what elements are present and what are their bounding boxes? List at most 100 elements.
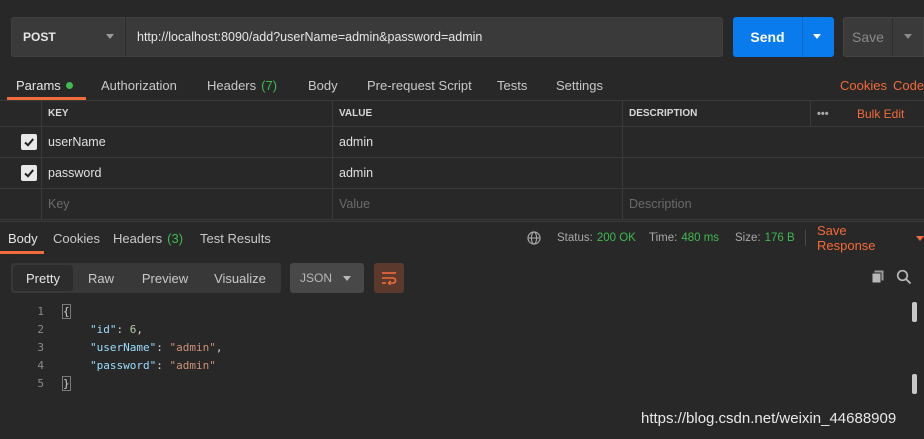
json-key: "password" <box>90 358 157 372</box>
tab-headers[interactable]: Headers (7) <box>207 70 277 100</box>
more-options-icon[interactable]: ••• <box>810 101 850 126</box>
chevron-down-icon <box>106 34 114 39</box>
request-bar: POST http://localhost:8090/add?userName=… <box>0 0 924 70</box>
table-row-new: Key Value Description <box>0 189 924 220</box>
table-row: userName admin <box>0 127 924 158</box>
params-active-dot <box>65 81 73 89</box>
globe-icon[interactable] <box>527 222 541 254</box>
editor-scrollbar-top[interactable] <box>912 302 917 322</box>
param-value-cell[interactable]: admin <box>332 127 622 157</box>
tab-params[interactable]: Params <box>16 70 73 100</box>
cookies-link[interactable]: Cookies <box>840 70 887 100</box>
checkbox-username[interactable] <box>21 134 37 150</box>
line-number: 5 <box>37 376 44 390</box>
tab-body[interactable]: Body <box>308 70 338 100</box>
new-value-input[interactable]: Value <box>332 189 622 219</box>
bulk-edit-link[interactable]: Bulk Edit <box>851 101 924 126</box>
response-tab-cookies[interactable]: Cookies <box>53 222 100 254</box>
code-line: 3 "userName": "admin", <box>0 338 900 356</box>
line-number: 3 <box>37 340 44 354</box>
json-comma: , <box>136 322 143 336</box>
url-input[interactable]: http://localhost:8090/add?userName=admin… <box>125 17 723 57</box>
format-select[interactable]: JSON <box>290 263 364 293</box>
size-value: 176 B <box>764 232 795 244</box>
format-label: JSON <box>300 271 333 285</box>
mode-pretty[interactable]: Pretty <box>13 265 73 291</box>
save-response-button[interactable]: Save Response <box>817 222 924 254</box>
tab-params-label: Params <box>16 77 61 93</box>
tab-settings[interactable]: Settings <box>556 70 603 100</box>
checkmark-icon <box>24 169 34 178</box>
param-key-cell[interactable]: userName <box>41 127 332 157</box>
mode-raw[interactable]: Raw <box>77 263 125 293</box>
code-text: "id": 6, <box>90 322 143 336</box>
wrap-lines-button[interactable] <box>374 263 404 293</box>
new-key-input[interactable]: Key <box>41 189 332 219</box>
save-options-chevron-icon[interactable] <box>904 34 912 39</box>
tab-prerequest-script[interactable]: Pre-request Script <box>367 70 472 100</box>
checkbox-password[interactable] <box>21 165 37 181</box>
send-divider <box>802 17 803 57</box>
code-line: 1 { <box>0 302 900 320</box>
param-value-cell[interactable]: admin <box>332 158 622 188</box>
param-description-cell[interactable] <box>622 127 924 157</box>
param-description-cell[interactable] <box>622 158 924 188</box>
save-divider <box>892 18 893 56</box>
column-key: KEY <box>41 101 332 126</box>
search-icon[interactable] <box>896 269 914 287</box>
response-tab-indicator <box>0 251 44 254</box>
response-tab-test-results[interactable]: Test Results <box>200 222 271 254</box>
params-table: KEY VALUE DESCRIPTION ••• Bulk Edit user… <box>0 100 924 220</box>
status-value: 200 OK <box>596 232 636 244</box>
checkmark-icon <box>24 138 34 147</box>
wrap-lines-icon <box>382 272 397 285</box>
status-label: Status: <box>557 232 593 244</box>
response-toolbar: Pretty Raw Preview Visualize JSON <box>0 263 924 293</box>
editor-scrollbar-bottom[interactable] <box>912 374 917 394</box>
send-options-chevron-icon[interactable] <box>813 34 821 39</box>
tab-tests[interactable]: Tests <box>497 70 527 100</box>
column-value: VALUE <box>332 101 622 126</box>
json-value: "admin" <box>169 340 216 354</box>
new-description-input[interactable]: Description <box>622 189 924 219</box>
line-number: 2 <box>37 322 44 336</box>
send-button[interactable]: Send <box>733 17 834 57</box>
status-readout: Status: 200 OK <box>557 222 636 254</box>
param-key-cell[interactable]: password <box>41 158 332 188</box>
save-label: Save <box>852 29 884 45</box>
response-header: Body Cookies Headers (3) Test Results St… <box>0 221 924 254</box>
request-tabs: Params Authorization Headers (7) Body Pr… <box>0 70 924 100</box>
response-tab-headers-label: Headers <box>113 230 163 246</box>
code-text: "userName": "admin", <box>90 340 223 354</box>
tab-headers-count: (7) <box>261 77 278 93</box>
tab-authorization[interactable]: Authorization <box>101 70 177 100</box>
code-text: } <box>62 375 71 391</box>
time-label: Time: <box>649 232 678 244</box>
json-key: "userName" <box>90 340 157 354</box>
code-line: 2 "id": 6, <box>0 320 900 338</box>
line-number: 1 <box>37 304 44 318</box>
code-line: 5 } <box>0 374 900 392</box>
response-tab-headers-count: (3) <box>167 230 184 246</box>
mode-visualize[interactable]: Visualize <box>207 263 273 293</box>
save-response-label: Save Response <box>817 223 876 253</box>
header-divider <box>805 230 806 246</box>
response-tab-body[interactable]: Body <box>8 222 38 254</box>
response-tab-headers[interactable]: Headers (3) <box>113 222 183 254</box>
chevron-down-icon <box>916 235 924 241</box>
method-select[interactable]: POST <box>11 17 125 57</box>
time-value: 480 ms <box>681 232 720 244</box>
chevron-down-icon <box>343 276 351 281</box>
mode-preview[interactable]: Preview <box>135 263 195 293</box>
time-readout: Time: 480 ms <box>649 222 719 254</box>
method-label: POST <box>23 30 56 44</box>
save-button[interactable]: Save <box>843 17 924 57</box>
size-label: Size: <box>735 232 761 244</box>
copy-icon[interactable] <box>870 269 888 287</box>
code-link[interactable]: Code <box>893 70 924 100</box>
watermark: https://blog.csdn.net/weixin_44688909 <box>641 410 897 427</box>
send-label: Send <box>750 29 785 45</box>
params-table-header: KEY VALUE DESCRIPTION ••• Bulk Edit <box>0 100 924 127</box>
code-line: 4 "password": "admin" <box>0 356 900 374</box>
url-text: http://localhost:8090/add?userName=admin… <box>137 30 483 44</box>
